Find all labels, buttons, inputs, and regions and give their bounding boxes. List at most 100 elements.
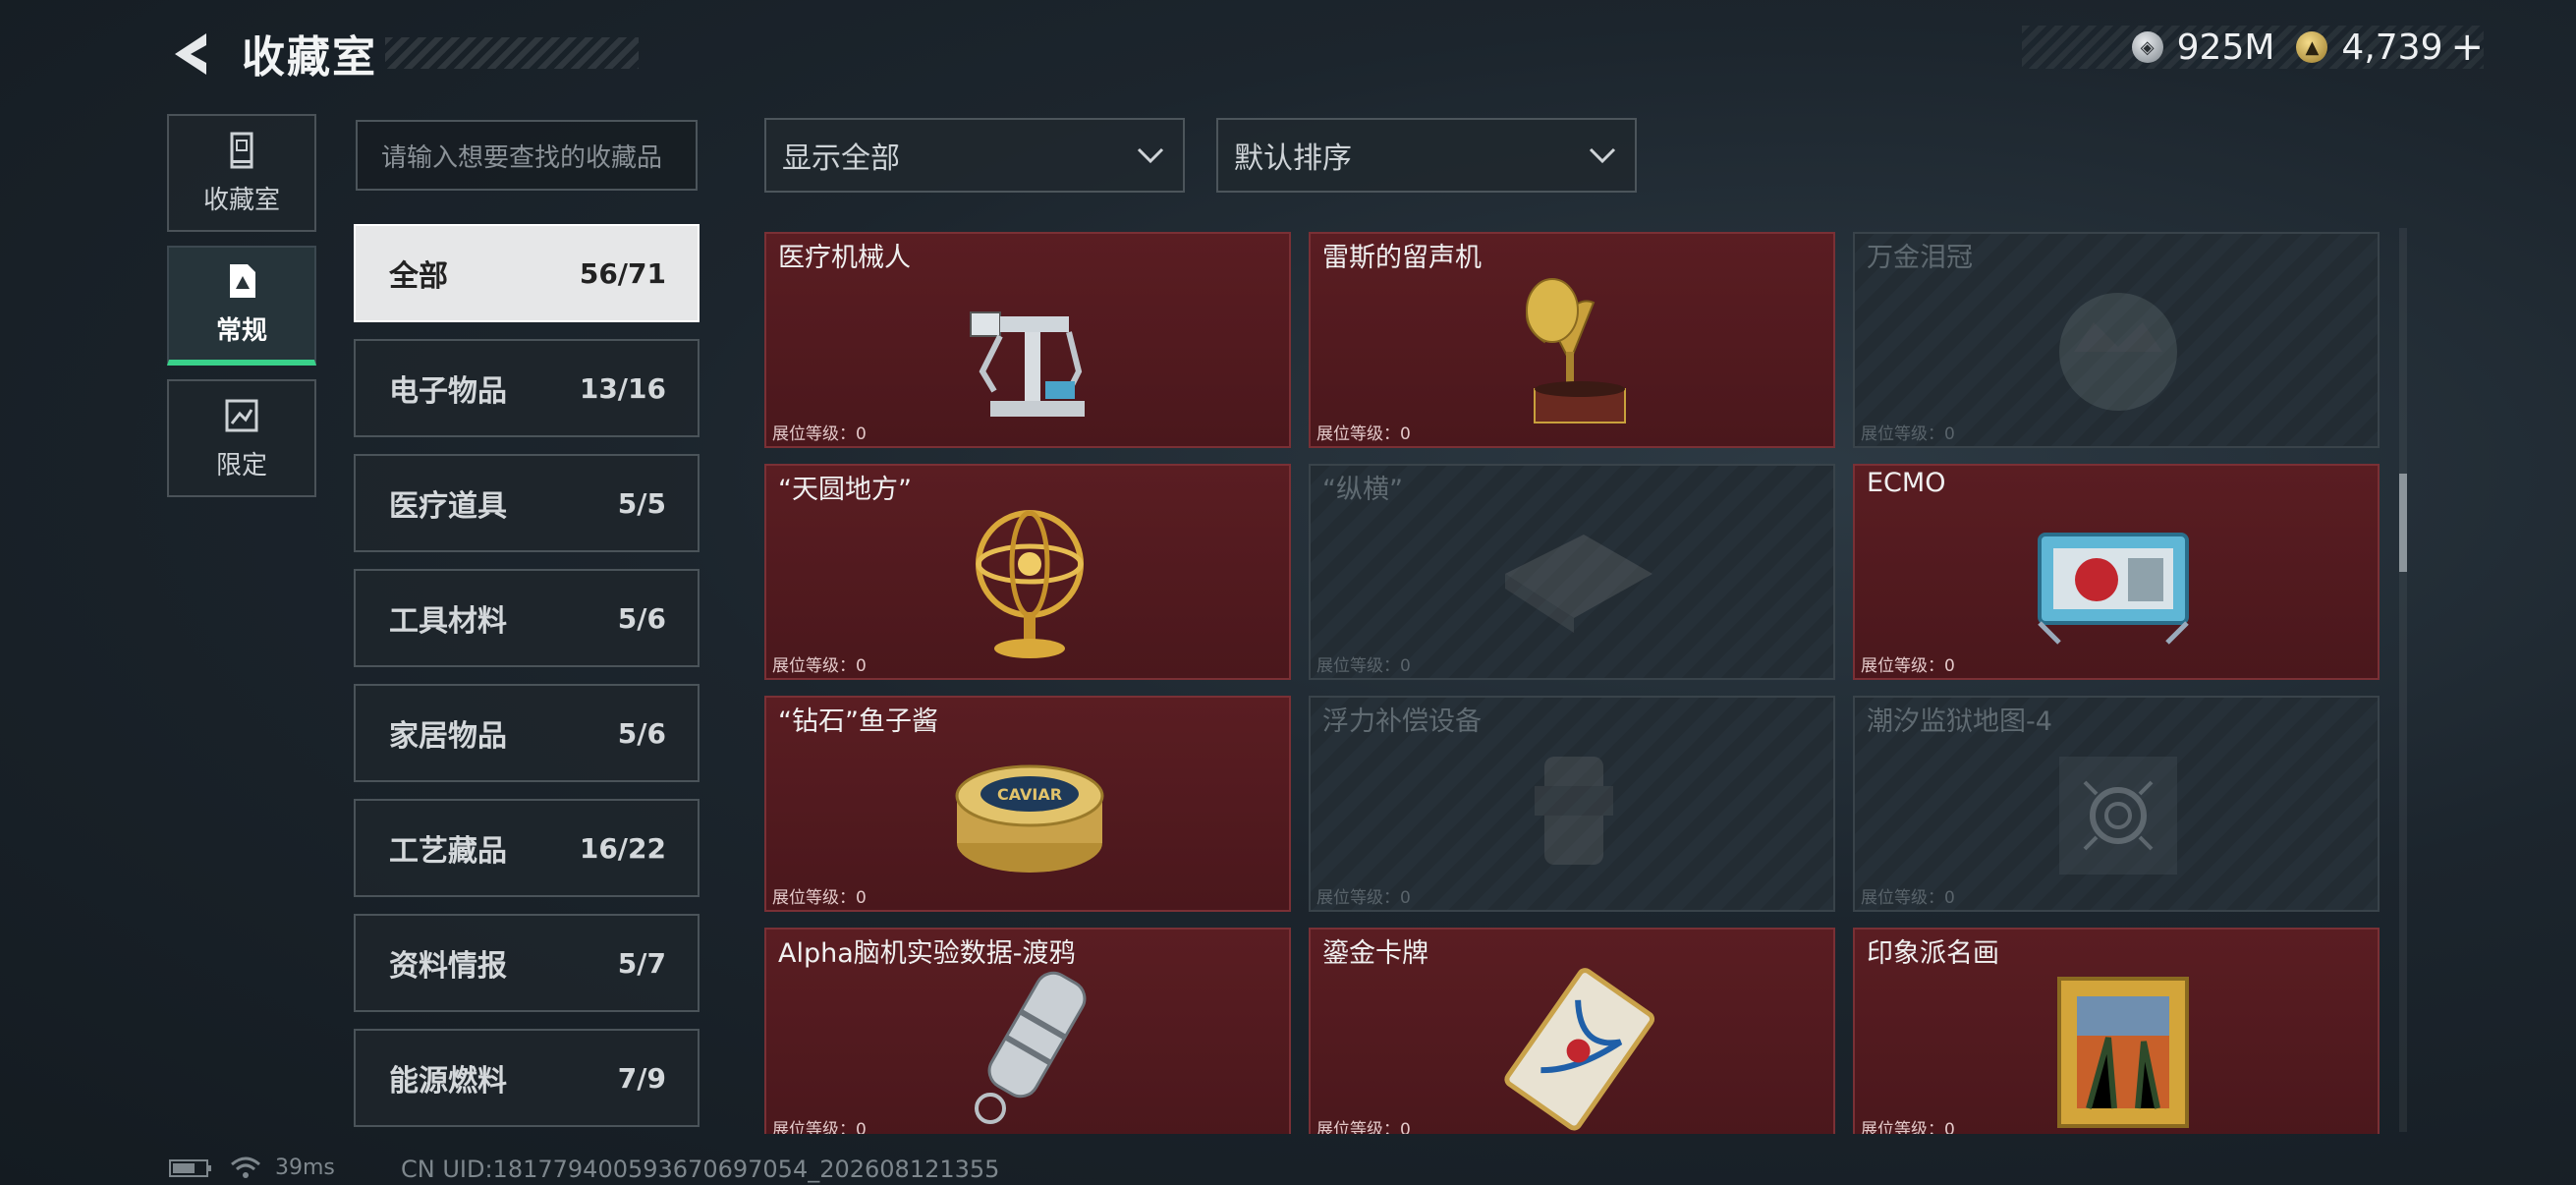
add-currency-icon[interactable]: + (2450, 25, 2484, 70)
item-name: 医疗机械人 (778, 243, 911, 273)
ecmo-machine-icon (2038, 533, 2189, 645)
category-name: 工具材料 (389, 604, 507, 639)
category-count: 7/9 (617, 1061, 666, 1095)
display-level: 展位等级：0 (1316, 1120, 1411, 1134)
collection-card[interactable]: 万金泪冠 展位等级：0 (1853, 232, 2380, 448)
gilded-card-icon (1504, 968, 1655, 1131)
currency-gold: ▲ 4,739 + (2296, 25, 2484, 70)
wifi-icon (231, 1157, 260, 1178)
limited-icon (225, 399, 258, 431)
data-capsule-icon (975, 971, 1087, 1124)
framed-painting-icon (2057, 977, 2189, 1128)
medical-robot-icon (970, 311, 1085, 417)
category-intel[interactable]: 资料情报 5/7 (354, 914, 700, 1012)
side-tab-label: 收藏室 (202, 185, 280, 215)
category-tools[interactable]: 工具材料 5/6 (354, 569, 700, 667)
ping-value: 39ms (275, 1156, 335, 1180)
category-name: 电子物品 (389, 374, 507, 409)
display-filter-dropdown[interactable]: 显示全部 (764, 118, 1185, 193)
currency-silver: ◈ 925M (2131, 27, 2275, 68)
display-level: 展位等级：0 (772, 656, 867, 676)
category-count: 5/6 (617, 601, 666, 635)
item-name: “钻石”鱼子酱 (778, 706, 938, 737)
display-level: 展位等级：0 (1861, 888, 1955, 908)
display-case-icon (230, 132, 253, 168)
category-electronics[interactable]: 电子物品 13/16 (354, 339, 700, 437)
collection-card[interactable]: “纵横” 展位等级：0 (1309, 464, 1835, 680)
caviar-tin-icon: CAVIAR (955, 764, 1104, 873)
display-level: 展位等级：0 (1861, 656, 1955, 676)
category-all[interactable]: 全部 56/71 (354, 224, 700, 322)
category-name: 工艺藏品 (389, 834, 507, 869)
silver-amount: 925M (2176, 27, 2275, 68)
collection-card[interactable]: 鎏金卡牌 展位等级：0 (1309, 928, 1835, 1134)
category-name: 资料情报 (389, 949, 507, 984)
item-name: 鎏金卡牌 (1322, 938, 1428, 969)
grid-scrollbar-thumb[interactable] (2399, 474, 2407, 572)
category-crafts[interactable]: 工艺藏品 16/22 (354, 799, 700, 897)
silver-coin-icon: ◈ (2131, 31, 2163, 63)
gold-amount: 4,739 (2341, 27, 2443, 68)
display-level: 展位等级：0 (1861, 1120, 1955, 1134)
collection-card[interactable]: “天圆地方” 展位等级：0 (764, 464, 1291, 680)
side-tab-regular[interactable]: 常规 (167, 246, 316, 366)
category-name: 全部 (389, 259, 448, 294)
collection-card[interactable]: 潮汐监狱地图-4 展位等级：0 (1853, 696, 2380, 912)
crown-icon (2059, 293, 2177, 411)
armillary-sphere-icon (976, 510, 1084, 658)
collection-card[interactable]: 医疗机械人 展位等级：0 (764, 232, 1291, 448)
board-game-icon (1505, 535, 1652, 633)
collection-card[interactable]: ECMO 展位等级：0 (1853, 464, 2380, 680)
sort-dropdown[interactable]: 默认排序 (1216, 118, 1637, 193)
currency-bar: ◈ 925M ▲ 4,739 + (2022, 25, 2484, 70)
battery-icon (169, 1158, 211, 1177)
display-filter-value: 显示全部 (782, 141, 900, 176)
collection-card[interactable]: 印象派名画 展位等级：0 (1853, 928, 2380, 1134)
display-level: 展位等级：0 (772, 424, 867, 444)
display-level: 展位等级：0 (772, 1120, 867, 1134)
sort-value: 默认排序 (1234, 141, 1352, 176)
category-medical[interactable]: 医疗道具 5/5 (354, 454, 700, 552)
display-level: 展位等级：0 (1861, 424, 1955, 444)
item-name: 浮力补偿设备 (1322, 706, 1482, 737)
category-name: 能源燃料 (389, 1064, 507, 1099)
display-level: 展位等级：0 (1316, 888, 1411, 908)
item-name: “纵横” (1322, 475, 1403, 505)
side-tab-collection-room[interactable]: 收藏室 (167, 114, 316, 232)
search-input[interactable]: 请输入想要查找的收藏品 (356, 120, 698, 191)
category-count: 5/5 (617, 486, 666, 520)
collection-card[interactable]: “钻石”鱼子酱 CAVIAR 展位等级：0 (764, 696, 1291, 912)
status-bar: 39ms (169, 1156, 335, 1180)
category-household[interactable]: 家居物品 5/6 (354, 684, 700, 782)
chevron-down-icon (1589, 147, 1616, 164)
collection-card[interactable]: Alpha脑机实验数据-渡鸦 展位等级：0 (764, 928, 1291, 1134)
buoyancy-device-icon (1535, 757, 1613, 865)
gramophone-icon (1526, 278, 1626, 423)
category-count: 5/6 (617, 716, 666, 750)
category-name: 家居物品 (389, 719, 507, 754)
collection-card[interactable]: 雷斯的留声机 展位等级：0 (1309, 232, 1835, 448)
category-energy[interactable]: 能源燃料 7/9 (354, 1029, 700, 1127)
display-level: 展位等级：0 (772, 888, 867, 908)
display-level: 展位等级：0 (1316, 424, 1411, 444)
user-uid: CN UID:18177940059367069705​4_2026081213… (401, 1156, 1000, 1183)
gold-coin-icon: ▲ (2296, 31, 2328, 63)
collection-card[interactable]: 浮力补偿设备 展位等级：0 (1309, 696, 1835, 912)
category-count: 5/7 (617, 946, 666, 980)
category-name: 医疗道具 (389, 489, 507, 524)
back-arrow-icon[interactable] (167, 29, 216, 79)
category-count: 13/16 (579, 371, 666, 405)
display-level: 展位等级：0 (1316, 656, 1411, 676)
item-name: 雷斯的留声机 (1322, 243, 1482, 273)
side-tab-limited[interactable]: 限定 (167, 379, 316, 497)
side-tab-label: 限定 (215, 450, 267, 480)
category-count: 56/71 (579, 256, 666, 290)
map-target-icon (2059, 757, 2177, 875)
item-name: 印象派名画 (1867, 938, 1999, 969)
page-title: 收藏室 (242, 32, 377, 83)
item-name: ECMO (1867, 468, 1946, 498)
grid-scrollbar-track[interactable] (2399, 228, 2407, 1132)
collection-grid: 医疗机械人 展位等级：0 雷斯的留声机 展位等级：0 万金泪冠 展位等级：0 “… (764, 232, 2381, 1134)
caviar-label: CAVIAR (997, 785, 1062, 804)
title-decoration (385, 37, 639, 69)
